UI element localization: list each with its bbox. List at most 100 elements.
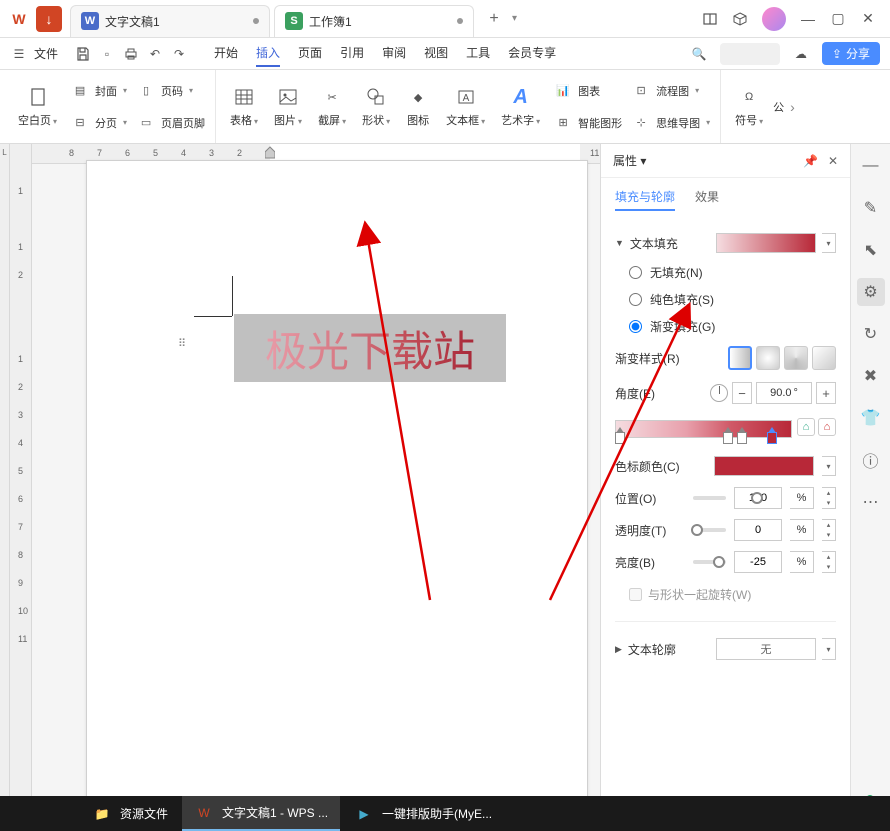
print-icon[interactable]	[122, 45, 140, 63]
rt-template-icon[interactable]: 👕	[857, 404, 885, 432]
add-stop-icon[interactable]: ⌂	[797, 418, 815, 436]
stop-color-swatch[interactable]	[714, 456, 814, 476]
undo-icon[interactable]: ↶	[146, 45, 164, 63]
search-input[interactable]	[720, 43, 780, 65]
brightness-input[interactable]	[734, 551, 782, 573]
shape-button[interactable]: 形状▾	[354, 81, 398, 132]
symbol-button[interactable]: Ω符号▾	[727, 81, 771, 132]
tabs-dropdown[interactable]: ▾	[512, 13, 517, 24]
tab-doc1[interactable]: W 文字文稿1	[70, 5, 270, 37]
outline-dropdown[interactable]: ▾	[822, 638, 836, 660]
hamburger-icon[interactable]: ☰	[10, 45, 28, 63]
rt-minimize-icon[interactable]: —	[857, 152, 885, 180]
remove-stop-icon[interactable]: ⌂	[818, 418, 836, 436]
brightness-stepper[interactable]: ▴▾	[822, 551, 836, 573]
props-tab-fill[interactable]: 填充与轮廓	[615, 184, 675, 211]
ribbon-tab-view[interactable]: 视图	[424, 40, 448, 67]
minimize-button[interactable]: —	[800, 11, 816, 27]
ribbon-tab-reference[interactable]: 引用	[340, 40, 364, 67]
cover-button[interactable]: ▤封面▾	[65, 78, 131, 104]
rotate-with-shape-check[interactable]: 与形状一起旋转(W)	[615, 578, 836, 611]
screenshot-button[interactable]: ✂截屏▾	[310, 81, 354, 132]
selected-wordart[interactable]: 极光下载站	[234, 314, 506, 382]
drag-handle-icon[interactable]: ⠿	[178, 342, 192, 356]
angle-dial[interactable]	[710, 384, 728, 402]
chart-button[interactable]: 📊图表	[548, 78, 626, 104]
position-stepper[interactable]: ▴▾	[822, 487, 836, 509]
print-preview-icon[interactable]: ▫	[98, 45, 116, 63]
icon-button[interactable]: ◆图标	[398, 81, 438, 132]
ribbon-tab-page[interactable]: 页面	[298, 40, 322, 67]
ribbon-tab-insert[interactable]: 插入	[256, 40, 280, 67]
opacity-slider[interactable]	[693, 528, 726, 532]
brightness-slider[interactable]	[693, 560, 726, 564]
maximize-button[interactable]: ▢	[830, 11, 846, 27]
fill-solid-radio[interactable]: 纯色填充(S)	[615, 286, 836, 313]
app-secondary-icon[interactable]: ↓	[36, 6, 62, 32]
cloud-icon[interactable]: ☁	[792, 45, 810, 63]
search-icon[interactable]: 🔍	[690, 45, 708, 63]
panel-icon[interactable]	[702, 11, 718, 27]
rt-settings-icon[interactable]: ⚙	[857, 278, 885, 306]
opacity-stepper[interactable]: ▴▾	[822, 519, 836, 541]
gradient-track[interactable]	[615, 420, 792, 438]
fill-preview-swatch[interactable]	[716, 233, 816, 253]
gradient-path-icon[interactable]	[812, 346, 836, 370]
stop-color-dropdown[interactable]: ▾	[822, 456, 836, 476]
rt-tools-icon[interactable]: ✖	[857, 362, 885, 390]
position-slider[interactable]	[693, 496, 726, 500]
ribbon-scroll-right[interactable]: ›	[790, 99, 806, 115]
page-break-button[interactable]: ⊟分页▾	[65, 110, 131, 136]
textbox-button[interactable]: A文本框▾	[438, 81, 493, 132]
vertical-ruler[interactable]: 1 1 2 1 2 3 4 5 6 7 8 9 10 11	[10, 144, 32, 796]
ribbon-tab-start[interactable]: 开始	[214, 40, 238, 67]
canvas-area[interactable]: 8 7 6 5 4 3 2 1 1 2 3 4 5 6 7 8 9 10 11 …	[32, 144, 600, 796]
cube-icon[interactable]	[732, 11, 748, 27]
props-tab-effect[interactable]: 效果	[695, 184, 719, 211]
angle-increase[interactable]: +	[816, 382, 836, 404]
rt-help-icon[interactable]: ⓘ	[857, 446, 885, 474]
pin-icon[interactable]: 📌	[803, 154, 818, 168]
wordart-button[interactable]: A艺术字▾	[493, 81, 548, 132]
fill-dropdown[interactable]: ▾	[822, 233, 836, 253]
fill-none-radio[interactable]: 无填充(N)	[615, 259, 836, 286]
document-page[interactable]	[86, 160, 588, 796]
section-text-fill[interactable]: ▼ 文本填充 ▾	[615, 227, 836, 259]
ribbon-tab-review[interactable]: 审阅	[382, 40, 406, 67]
gradient-stop-3[interactable]	[737, 432, 747, 444]
gradient-stops-bar[interactable]: ⌂ ⌂	[615, 416, 836, 444]
task-wps[interactable]: W 文字文稿1 - WPS ...	[182, 796, 340, 831]
tab-sheet1[interactable]: S 工作簿1	[274, 5, 474, 37]
picture-button[interactable]: 图片▾	[266, 81, 310, 132]
user-avatar[interactable]	[762, 7, 786, 31]
task-folder[interactable]: 📁 资源文件	[80, 796, 180, 831]
angle-decrease[interactable]: −	[732, 382, 752, 404]
fill-gradient-radio[interactable]: 渐变填充(G)	[615, 313, 836, 340]
gradient-stop-1[interactable]	[615, 432, 625, 444]
rt-refresh-icon[interactable]: ↻	[857, 320, 885, 348]
page-num-button[interactable]: ▯页码▾	[131, 78, 209, 104]
redo-icon[interactable]: ↷	[170, 45, 188, 63]
share-button[interactable]: ⇪ 分享	[822, 42, 880, 65]
ribbon-tab-member[interactable]: 会员专享	[508, 40, 556, 67]
rt-pen-icon[interactable]: ✎	[857, 194, 885, 222]
gradient-linear-icon[interactable]	[728, 346, 752, 370]
gradient-rect-icon[interactable]	[784, 346, 808, 370]
opacity-input[interactable]	[734, 519, 782, 541]
more-button[interactable]: 公	[771, 95, 786, 119]
flowchart-button[interactable]: ⊡流程图▾	[626, 78, 714, 104]
section-text-outline[interactable]: ▶ 文本轮廓 无 ▾	[615, 632, 836, 666]
header-footer-button[interactable]: ▭页眉页脚	[131, 110, 209, 136]
smartart-button[interactable]: ⊞智能图形	[548, 110, 626, 136]
close-button[interactable]: ✕	[860, 11, 876, 27]
file-menu[interactable]: 文件	[34, 45, 58, 62]
table-button[interactable]: 表格▾	[222, 81, 266, 132]
angle-value[interactable]: 90.0°	[756, 382, 812, 404]
blank-page-button[interactable]: 空白页▾	[10, 81, 65, 132]
mindmap-button[interactable]: ⊹思维导图▾	[626, 110, 714, 136]
gradient-stop-2[interactable]	[723, 432, 733, 444]
wps-logo-icon[interactable]: W	[6, 6, 32, 32]
rt-select-icon[interactable]: ⬉	[857, 236, 885, 264]
gradient-stop-4[interactable]	[767, 432, 777, 444]
close-panel-icon[interactable]: ✕	[828, 154, 838, 168]
